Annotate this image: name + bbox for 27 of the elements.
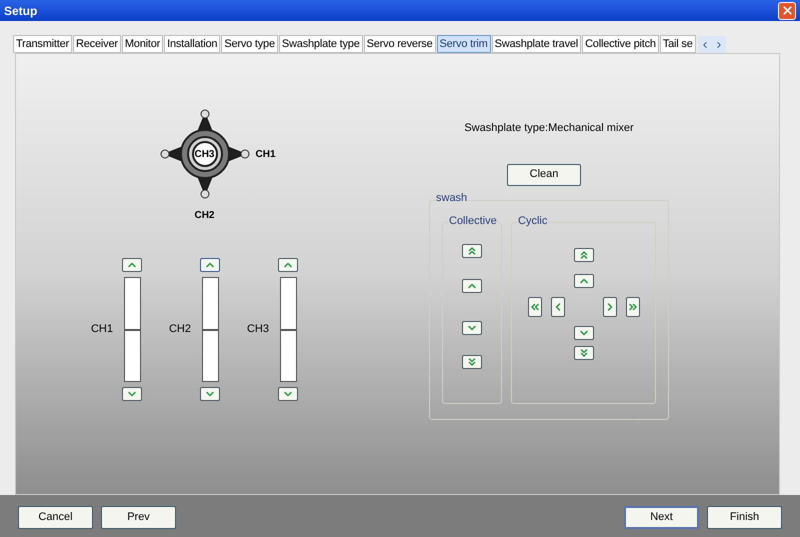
footer-button[interactable]: Next — [624, 506, 699, 528]
tab[interactable]: Monitor — [122, 35, 164, 53]
clean-button[interactable]: Clean — [507, 164, 581, 186]
tab[interactable]: Swashplate type — [278, 35, 363, 53]
window-title: Setup — [4, 2, 38, 20]
tab[interactable]: Servo type — [221, 35, 278, 53]
group-title: Collective — [448, 216, 498, 226]
group-title: swash — [435, 192, 468, 204]
channel-label: CH2 — [168, 322, 191, 338]
footer-button[interactable]: Prev — [101, 506, 176, 528]
channel-label: CH1 — [90, 322, 113, 338]
channel-label: CH3 — [246, 322, 269, 338]
tab[interactable]: Servo trim — [436, 35, 491, 53]
side-channel-label: CH1 — [256, 148, 276, 162]
tab[interactable]: Installation — [164, 35, 220, 53]
tab[interactable]: Swashplate travel — [492, 35, 582, 53]
tab[interactable]: Servo reverse — [364, 35, 436, 53]
tab[interactable]: Transmitter — [13, 35, 72, 53]
footer-button[interactable]: Cancel — [18, 506, 93, 528]
bottom-channel-label: CH2 — [193, 209, 216, 223]
center-channel-label: CH3 — [193, 148, 216, 162]
swashplate-type-text: Swashplate type:Mechanical mixer — [464, 121, 634, 136]
tab[interactable]: Collective pitch — [582, 35, 659, 53]
tab[interactable]: Tail se — [660, 35, 696, 53]
footer-button[interactable]: Finish — [707, 506, 782, 528]
group-title: Cyclic — [517, 216, 548, 226]
tab[interactable]: Receiver — [73, 35, 121, 53]
